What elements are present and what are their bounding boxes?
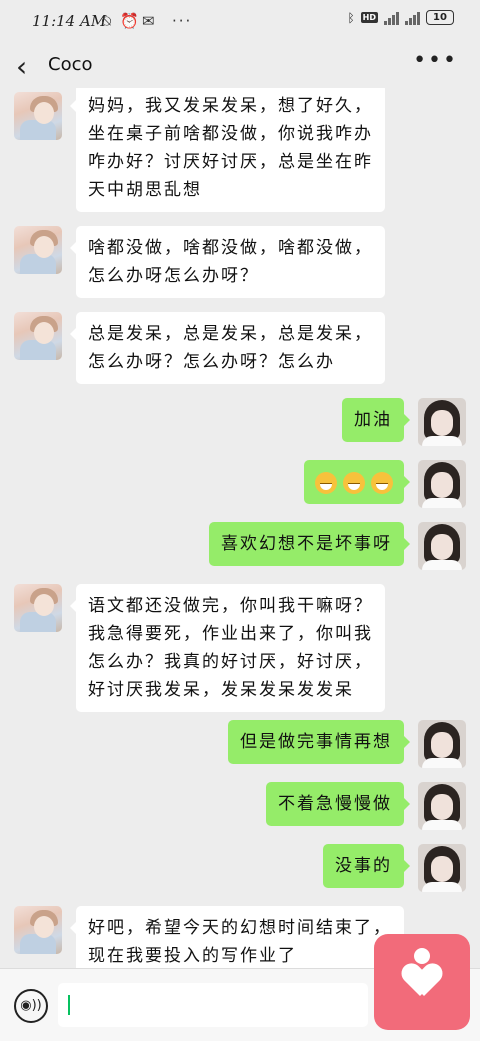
message-bubble[interactable]: 啥都没做，啥都没做，啥都没做， 怎么办呀怎么办呀？: [70, 226, 385, 298]
message-input[interactable]: [58, 983, 368, 1027]
message-bubble[interactable]: 喜欢幻想不是坏事呀: [209, 522, 410, 566]
hd-icon: HD: [360, 12, 378, 23]
message-bubble[interactable]: 语文都还没做完，你叫我干嘛呀？ 我急得要死，作业出来了，你叫我 怎么办？我真的好…: [70, 584, 385, 712]
wechat-icon: ✉: [142, 12, 155, 30]
voice-icon[interactable]: ◉)): [14, 989, 48, 1023]
message-bubble[interactable]: 妈妈，我又发呆发呆，想了好久， 坐在桌子前啥都没做，你说我咋办 咋办好？讨厌好讨…: [70, 88, 385, 212]
grin-emoji-icon: [315, 471, 337, 494]
my-avatar[interactable]: [418, 782, 466, 830]
message-bubble[interactable]: 不着急慢慢做: [266, 782, 410, 826]
contact-avatar[interactable]: [14, 584, 62, 632]
status-bar: 11:14 AM ⍉ ⏰ ✉ ··· ᛒ HD 10: [0, 0, 480, 44]
text-caret: [68, 995, 70, 1015]
message-bubble[interactable]: [304, 460, 410, 504]
message-bubble[interactable]: 好吧，希望今天的幻想时间结束了， 现在我要投入的写作业了: [70, 906, 404, 968]
grin-emoji-icon: [343, 471, 365, 494]
battery-icon: 10: [426, 10, 454, 25]
message-bubble[interactable]: 加油: [342, 398, 410, 442]
message-bubble[interactable]: 总是发呆，总是发呆，总是发呆， 怎么办呀？怎么办呀？怎么办: [70, 312, 385, 384]
signal-icon-2: [405, 11, 420, 25]
more-options-icon[interactable]: •••: [413, 48, 458, 73]
chat-header: ‹ Coco •••: [0, 44, 480, 88]
contact-avatar[interactable]: [14, 92, 62, 140]
status-time: 11:14 AM: [32, 12, 107, 30]
contact-avatar[interactable]: [14, 312, 62, 360]
chat-title: Coco: [48, 54, 93, 75]
my-avatar[interactable]: [418, 720, 466, 768]
grin-emoji-icon: [371, 471, 393, 494]
mute-bell-icon: ⍉: [102, 12, 112, 30]
message-bubble[interactable]: 没事的: [323, 844, 410, 888]
heart-icon-head: [414, 948, 430, 964]
contact-avatar[interactable]: [14, 906, 62, 954]
contact-avatar[interactable]: [14, 226, 62, 274]
signal-icon: [384, 11, 399, 25]
floating-heart-button[interactable]: [374, 934, 470, 1030]
alarm-icon: ⏰: [120, 12, 139, 30]
heart-icon: [404, 964, 440, 1000]
my-avatar[interactable]: [418, 398, 466, 446]
message-list[interactable]: 妈妈，我又发呆发呆，想了好久， 坐在桌子前啥都没做，你说我咋办 咋办好？讨厌好讨…: [0, 88, 480, 968]
my-avatar[interactable]: [418, 844, 466, 892]
my-avatar[interactable]: [418, 522, 466, 570]
back-icon[interactable]: ‹: [16, 50, 27, 83]
more-notifications-icon: ···: [172, 12, 193, 30]
my-avatar[interactable]: [418, 460, 466, 508]
message-bubble[interactable]: 但是做完事情再想: [228, 720, 410, 764]
bluetooth-icon: ᛒ: [347, 10, 355, 25]
